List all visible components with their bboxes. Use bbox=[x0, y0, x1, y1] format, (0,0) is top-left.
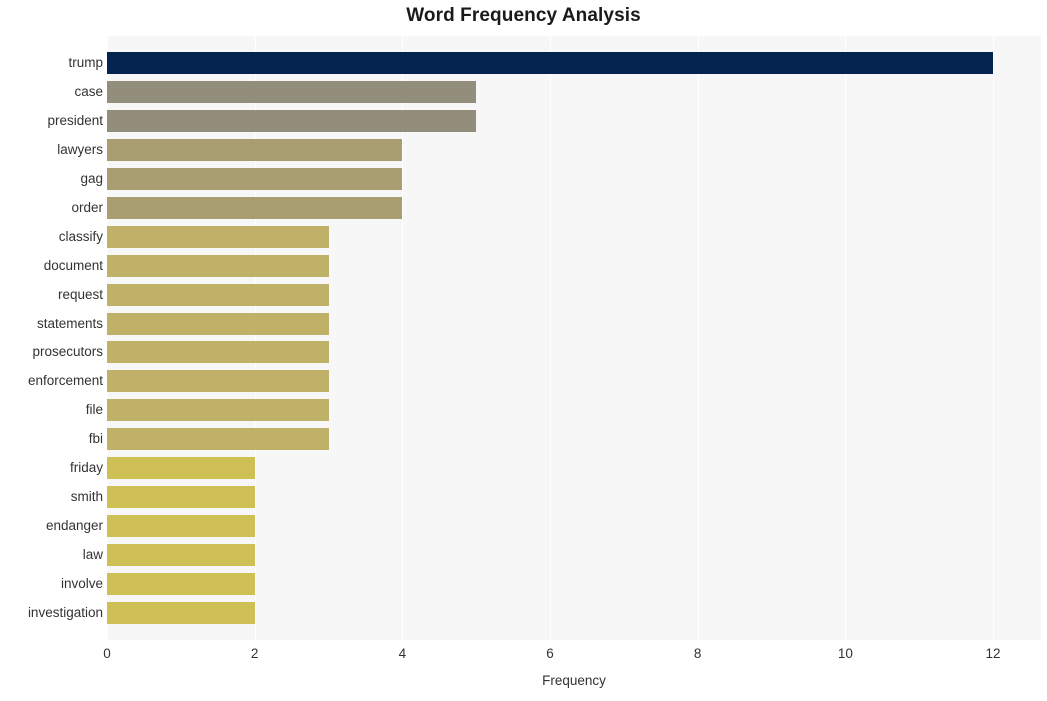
y-tick-label-president: president bbox=[47, 113, 103, 129]
bar-president[interactable] bbox=[107, 110, 477, 133]
y-tick-label-case: case bbox=[74, 84, 103, 100]
bar-row bbox=[107, 52, 1041, 75]
bar-row bbox=[107, 572, 1041, 595]
x-axis-tick-labels: 0 2 4 6 8 10 12 bbox=[0, 645, 1047, 667]
bar-row bbox=[107, 254, 1041, 277]
word-frequency-chart-figure: Word Frequency Analysis trump case preside… bbox=[0, 0, 1047, 701]
bar-row bbox=[107, 543, 1041, 566]
bar-endanger[interactable] bbox=[107, 514, 255, 537]
bar-row bbox=[107, 225, 1041, 248]
x-tick-label-12: 12 bbox=[985, 646, 1001, 661]
bar-row bbox=[107, 139, 1041, 162]
bar-statements[interactable] bbox=[107, 312, 329, 335]
bar-friday[interactable] bbox=[107, 457, 255, 480]
y-tick-label-enforcement: enforcement bbox=[27, 373, 103, 389]
y-axis-tick-labels: trump case president lawyers gag order classif… bbox=[0, 36, 103, 640]
bar-case[interactable] bbox=[107, 81, 477, 104]
y-tick-label-classify: classify bbox=[58, 228, 103, 244]
bar-row bbox=[107, 168, 1041, 191]
y-tick-label-prosecutors: prosecutors bbox=[32, 344, 103, 360]
x-tick-label-0: 0 bbox=[103, 646, 111, 661]
bar-order[interactable] bbox=[107, 196, 403, 219]
y-tick-label-investigation: investigation bbox=[27, 604, 103, 620]
bar-involve[interactable] bbox=[107, 572, 255, 595]
y-tick-label-fbi: fbi bbox=[88, 431, 103, 447]
bar-enforcement[interactable] bbox=[107, 370, 329, 393]
bar-law[interactable] bbox=[107, 543, 255, 566]
y-tick-label-law: law bbox=[82, 546, 103, 562]
bar-row bbox=[107, 457, 1041, 480]
x-tick-label-6: 6 bbox=[546, 646, 554, 661]
bar-request[interactable] bbox=[107, 283, 329, 306]
bar-trump[interactable] bbox=[107, 52, 993, 75]
bar-row bbox=[107, 312, 1041, 335]
plot-area bbox=[107, 36, 1041, 640]
y-tick-label-document: document bbox=[43, 257, 103, 273]
bar-row bbox=[107, 196, 1041, 219]
bar-row bbox=[107, 428, 1041, 451]
bar-row bbox=[107, 485, 1041, 508]
bar-row bbox=[107, 370, 1041, 393]
bar-gag[interactable] bbox=[107, 168, 403, 191]
x-tick-label-4: 4 bbox=[398, 646, 407, 661]
bar-lawyers[interactable] bbox=[107, 139, 403, 162]
bar-classify[interactable] bbox=[107, 225, 329, 248]
y-tick-label-file: file bbox=[85, 402, 103, 418]
y-tick-label-gag: gag bbox=[80, 171, 103, 187]
bar-row bbox=[107, 399, 1041, 422]
bar-prosecutors[interactable] bbox=[107, 341, 329, 364]
y-tick-label-involve: involve bbox=[60, 575, 103, 591]
bar-document[interactable] bbox=[107, 254, 329, 277]
x-axis-title: Frequency bbox=[542, 673, 606, 688]
y-tick-label-trump: trump bbox=[68, 55, 103, 71]
x-tick-label-8: 8 bbox=[693, 646, 702, 661]
bar-file[interactable] bbox=[107, 399, 329, 422]
bar-row bbox=[107, 601, 1041, 624]
y-tick-label-request: request bbox=[57, 286, 103, 302]
bar-fbi[interactable] bbox=[107, 428, 329, 451]
y-tick-label-smith: smith bbox=[70, 488, 103, 504]
y-tick-label-endanger: endanger bbox=[45, 517, 103, 533]
bar-row bbox=[107, 341, 1041, 364]
bar-row bbox=[107, 110, 1041, 133]
y-tick-label-lawyers: lawyers bbox=[57, 142, 103, 158]
x-tick-label-10: 10 bbox=[837, 646, 853, 661]
x-tick-label-2: 2 bbox=[250, 646, 259, 661]
chart-title: Word Frequency Analysis bbox=[406, 5, 641, 26]
y-tick-label-friday: friday bbox=[69, 460, 103, 476]
y-tick-label-order: order bbox=[71, 199, 103, 215]
bar-investigation[interactable] bbox=[107, 601, 255, 624]
bar-row bbox=[107, 514, 1041, 537]
bar-smith[interactable] bbox=[107, 485, 255, 508]
bar-row bbox=[107, 81, 1041, 104]
y-tick-label-statements: statements bbox=[36, 315, 103, 331]
bar-row bbox=[107, 283, 1041, 306]
